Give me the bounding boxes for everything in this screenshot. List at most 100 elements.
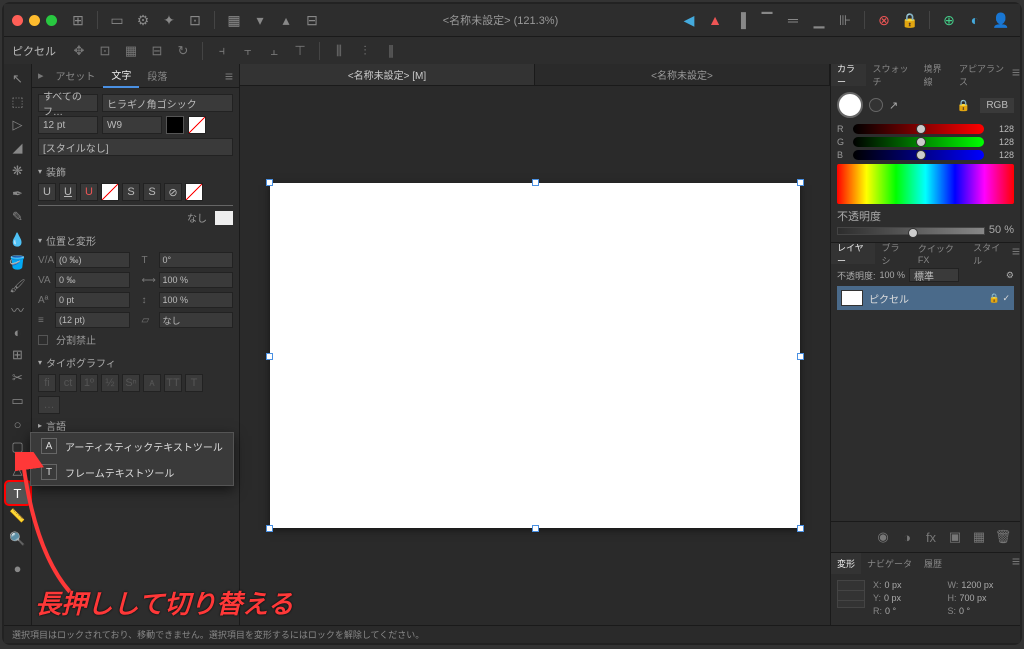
layer-settings-icon[interactable]: ⚙ bbox=[1006, 270, 1014, 281]
titling-button[interactable]: T bbox=[185, 374, 203, 392]
order-back-icon[interactable]: ▾ bbox=[249, 9, 271, 31]
vscale-input[interactable]: 100 % bbox=[159, 292, 234, 308]
valign-top-icon[interactable]: ⊤ bbox=[289, 40, 311, 62]
typo-more-button[interactable]: … bbox=[38, 396, 60, 414]
tab-quickfx[interactable]: クイックFX bbox=[912, 243, 967, 264]
move-icon[interactable]: ✥ bbox=[68, 40, 90, 62]
fraction-button[interactable]: ½ bbox=[101, 374, 119, 392]
double-underline-button[interactable]: U bbox=[59, 183, 77, 201]
selection-tool[interactable]: ⬚ bbox=[6, 91, 30, 113]
handle-ml[interactable] bbox=[266, 353, 273, 360]
color-menu-icon[interactable]: ≡ bbox=[1012, 64, 1020, 86]
color-mode-select[interactable]: RGB bbox=[980, 98, 1014, 113]
caps-button[interactable]: TT bbox=[164, 374, 182, 392]
pencil-tool[interactable]: ✎ bbox=[6, 206, 30, 228]
small-caps-button[interactable]: ᴀ bbox=[143, 374, 161, 392]
section-typography[interactable]: タイポグラフィ bbox=[38, 351, 233, 374]
tab-styles[interactable]: スタイル bbox=[967, 243, 1012, 264]
measure-tool[interactable]: 📏 bbox=[6, 505, 30, 527]
place-tool[interactable]: ⊞ bbox=[6, 344, 30, 366]
shear-input[interactable]: なし bbox=[159, 312, 234, 328]
marquee-icon[interactable]: ▦ bbox=[120, 40, 142, 62]
r-value[interactable]: 128 bbox=[990, 124, 1014, 134]
font-size-input[interactable]: 12 pt bbox=[38, 116, 98, 134]
align-left-icon[interactable]: ◀ bbox=[678, 9, 700, 31]
layer-item[interactable]: ピクセル 🔒 ✓ bbox=[837, 286, 1014, 310]
tab-swatches[interactable]: スウォッチ bbox=[866, 64, 917, 86]
align-middle-icon[interactable]: ═ bbox=[782, 9, 804, 31]
persona-icon[interactable]: ⊞ bbox=[67, 9, 89, 31]
g-value[interactable]: 128 bbox=[990, 137, 1014, 147]
group-icon[interactable]: ⊟ bbox=[301, 9, 323, 31]
handle-tm[interactable] bbox=[532, 179, 539, 186]
gear-icon[interactable]: ⚙ bbox=[132, 9, 154, 31]
tab-assets[interactable]: アセット bbox=[48, 64, 104, 88]
w-value[interactable]: 1200 px bbox=[961, 580, 993, 590]
fx-icon[interactable]: fx bbox=[920, 526, 942, 548]
double-strike-button[interactable]: S bbox=[143, 183, 161, 201]
zoom-window[interactable] bbox=[46, 15, 57, 26]
mask-icon[interactable]: ◑ bbox=[896, 526, 918, 548]
select-all-icon[interactable]: ⊡ bbox=[94, 40, 116, 62]
rounded-rect-tool[interactable]: ▢ bbox=[6, 436, 30, 458]
no-break-checkbox[interactable] bbox=[38, 335, 48, 345]
handle-tl[interactable] bbox=[266, 179, 273, 186]
artboard[interactable] bbox=[270, 183, 800, 528]
dist-h-icon[interactable]: ⫼ bbox=[328, 40, 350, 62]
tab-paragraph[interactable]: 段落 bbox=[139, 64, 175, 88]
strike-outline-button[interactable]: ⊘ bbox=[164, 183, 182, 201]
delete-layer-icon[interactable]: 🗑 bbox=[992, 526, 1014, 548]
ellipse-tool[interactable]: ○ bbox=[6, 413, 30, 435]
order-front-icon[interactable]: ▴ bbox=[275, 9, 297, 31]
ligature-ct-button[interactable]: ct bbox=[59, 374, 77, 392]
y-value[interactable]: 0 px bbox=[884, 593, 901, 603]
underline-color-button[interactable]: U bbox=[80, 183, 98, 201]
r-value[interactable]: 0 ° bbox=[885, 606, 896, 616]
eyedropper-tool[interactable]: 💧 bbox=[6, 229, 30, 251]
lock-icon[interactable]: 🔒 bbox=[899, 9, 921, 31]
tab-character[interactable]: 文字 bbox=[103, 64, 139, 88]
layer-opacity-value[interactable]: 100 % bbox=[880, 270, 906, 280]
halign-left-icon[interactable]: ⫞ bbox=[211, 40, 233, 62]
stroke-color-well[interactable] bbox=[869, 98, 883, 112]
zoom-tool[interactable]: 🔍 bbox=[6, 528, 30, 550]
clip-icon[interactable]: ▣ bbox=[944, 526, 966, 548]
opacity-value[interactable]: 50 % bbox=[989, 224, 1014, 236]
handle-mr[interactable] bbox=[797, 353, 804, 360]
account-icon[interactable]: 👤 bbox=[990, 9, 1012, 31]
x-value[interactable]: 0 px bbox=[885, 580, 902, 590]
s-value[interactable]: 0 ° bbox=[959, 606, 970, 616]
align-bottom-icon[interactable]: ▁ bbox=[808, 9, 830, 31]
char-style-select[interactable]: [スタイルなし] bbox=[38, 138, 233, 156]
tab-transform[interactable]: 変形 bbox=[831, 553, 861, 574]
adjustment-icon[interactable]: ◉ bbox=[872, 526, 894, 548]
halign-center-icon[interactable]: ⫟ bbox=[237, 40, 259, 62]
add-layer-icon[interactable]: ▦ bbox=[968, 526, 990, 548]
flyout-artistic-text[interactable]: A アーティスティックテキストツール bbox=[31, 433, 233, 459]
new-layer-icon[interactable]: ▭ bbox=[106, 9, 128, 31]
tab-history[interactable]: 履歴 bbox=[918, 553, 948, 574]
r-slider[interactable] bbox=[853, 124, 984, 134]
tab-navigator[interactable]: ナビゲータ bbox=[861, 553, 918, 574]
text-color-swatch[interactable] bbox=[166, 116, 184, 134]
g-slider[interactable] bbox=[853, 137, 984, 147]
distribute-h-icon[interactable]: ⊪ bbox=[834, 9, 856, 31]
ordinal-button[interactable]: 1º bbox=[80, 374, 98, 392]
underline-button[interactable]: U bbox=[38, 183, 56, 201]
tab-color[interactable]: カラー bbox=[831, 64, 866, 86]
canvas-viewport[interactable] bbox=[240, 86, 830, 625]
assistant-icon[interactable]: ◐ bbox=[964, 9, 986, 31]
super-button[interactable]: Sⁿ bbox=[122, 374, 140, 392]
lock-icon[interactable]: 🔒 bbox=[957, 99, 971, 112]
strike-button[interactable]: S bbox=[122, 183, 140, 201]
hscale-input[interactable]: 100 % bbox=[159, 272, 234, 288]
tab-layers[interactable]: レイヤー bbox=[831, 243, 875, 264]
tab-appearance[interactable]: アピアランス bbox=[953, 64, 1012, 86]
handle-tr[interactable] bbox=[797, 179, 804, 186]
select-same-icon[interactable]: ⊟ bbox=[146, 40, 168, 62]
font-family-select[interactable]: ヒラギノ角ゴシック bbox=[102, 94, 233, 112]
ligature-fi-button[interactable]: fi bbox=[38, 374, 56, 392]
align-top-icon[interactable]: ▔ bbox=[756, 9, 778, 31]
cycle-icon[interactable]: ↻ bbox=[172, 40, 194, 62]
underline-swatch[interactable] bbox=[101, 183, 119, 201]
